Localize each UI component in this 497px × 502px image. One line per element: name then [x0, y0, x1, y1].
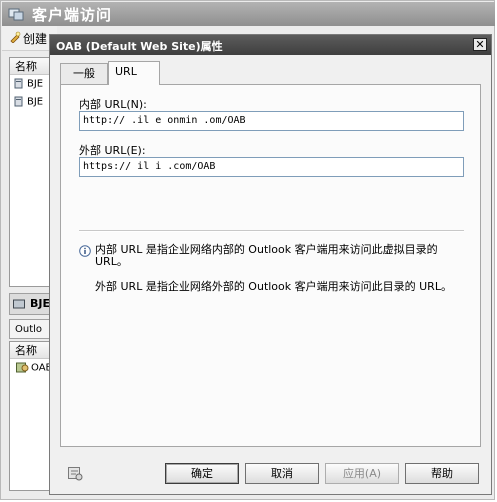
list-item[interactable]: OAB — [16, 362, 52, 374]
context-help-icon[interactable] — [67, 465, 83, 481]
info-icon — [79, 245, 91, 257]
tab-panel-url: 内部 URL(N): http:// .il e onmin .om/OAB 外… — [60, 84, 481, 447]
tab-general[interactable]: 一般 — [60, 63, 108, 85]
list-item[interactable]: BJE — [14, 78, 43, 92]
properties-dialog: OAB (Default Web Site)属性 ✕ 一般 URL 内部 URL… — [49, 34, 492, 495]
info-internal-text: 内部 URL 是指企业网络内部的 Outlook 客户端用来访问此虚拟目录的 U… — [95, 243, 438, 268]
screenshot-frame: 客户端访问 创建 名称 BJE BJE BJE Outlo 名称 OAB OAB… — [0, 0, 495, 500]
address-book-icon — [16, 362, 29, 373]
apply-button[interactable]: 应用(A) — [325, 463, 399, 484]
internal-url-label: 内部 URL(N): — [79, 98, 147, 111]
list-item-label: BJE — [27, 78, 44, 90]
info-external-text: 外部 URL 是指企业网络外部的 Outlook 客户端用来访问此目录的 URL… — [95, 280, 452, 293]
create-action[interactable]: 创建 — [23, 30, 47, 47]
close-button[interactable]: ✕ — [473, 38, 487, 51]
help-button[interactable]: 帮助 — [405, 463, 479, 484]
external-url-label: 外部 URL(E): — [79, 144, 146, 157]
dialog-title: OAB (Default Web Site)属性 — [56, 40, 223, 53]
console-title-bar: 客户端访问 — [2, 2, 495, 26]
tab-url[interactable]: URL — [108, 61, 160, 85]
internal-url-input[interactable]: http:// .il e onmin .om/OAB — [79, 111, 464, 131]
close-icon: ✕ — [475, 38, 485, 51]
list-item-label: BJE — [27, 96, 44, 108]
new-item-icon — [10, 31, 21, 43]
dialog-title-bar: OAB (Default Web Site)属性 ✕ — [50, 35, 491, 55]
console-title: 客户端访问 — [32, 6, 113, 24]
client-access-icon — [8, 8, 24, 21]
section-divider — [79, 230, 464, 232]
cancel-button[interactable]: 取消 — [245, 463, 319, 484]
server-icon — [14, 96, 23, 107]
details-title: BJE — [30, 297, 50, 310]
ok-button[interactable]: 确定 — [165, 463, 239, 484]
server-group-icon — [13, 299, 25, 309]
list-item[interactable]: BJE — [14, 96, 43, 110]
external-url-input[interactable]: https:// il i .com/OAB — [79, 157, 464, 177]
server-icon — [14, 78, 23, 89]
